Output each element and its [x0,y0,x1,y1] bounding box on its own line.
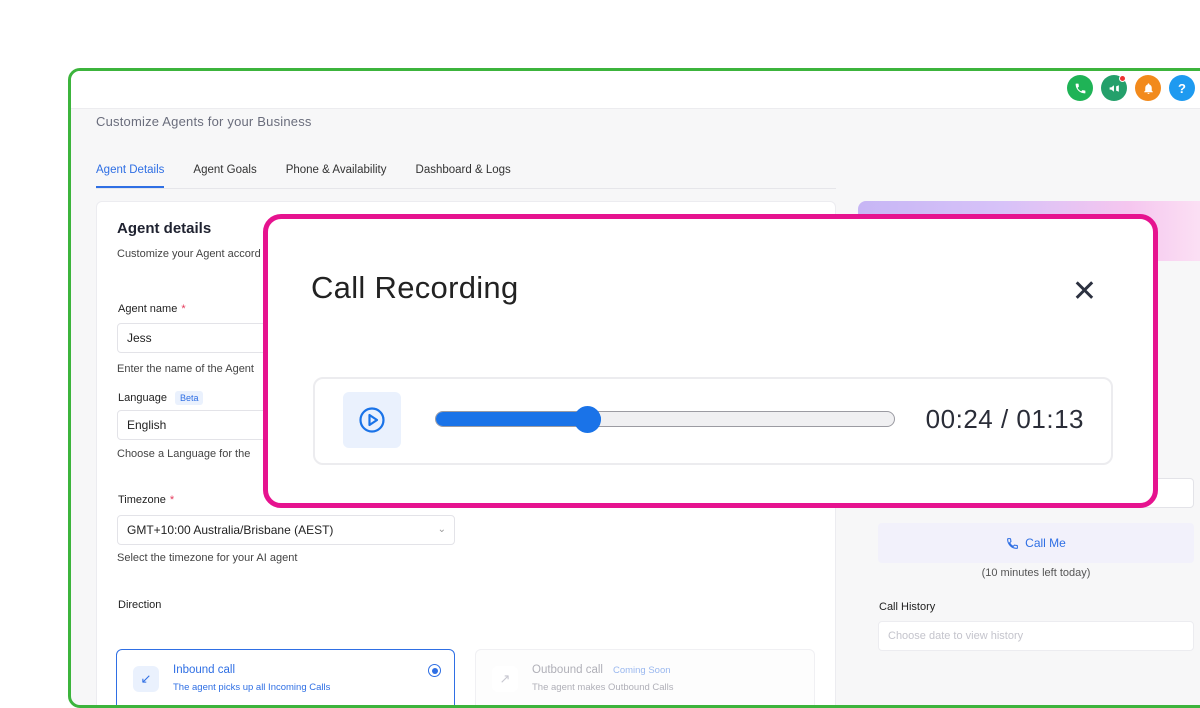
chevron-down-icon: ⌄ [437,524,446,535]
language-label-text: Language [118,392,167,404]
call-history-label: Call History [879,601,936,613]
minutes-left-text: (10 minutes left today) [981,567,1091,579]
timezone-label-text: Timezone [118,494,166,506]
inbound-subtitle: The agent picks up all Incoming Calls [173,682,331,693]
language-value: English [127,418,167,432]
coming-soon-badge: Coming Soon [612,665,671,676]
beta-badge: Beta [174,391,204,405]
outbound-call-option: ↗ Outbound call Coming Soon The agent mak… [475,649,815,705]
inbound-radio[interactable] [428,664,441,677]
bell-icon[interactable] [1135,75,1161,101]
help-glyph: ? [1178,80,1186,96]
call-history-date-picker[interactable]: Choose date to view history [878,621,1194,651]
total-time: 01:13 [1016,404,1084,434]
modal-title: Call Recording [311,270,519,305]
required-mark: * [181,303,186,315]
progress-slider[interactable] [435,406,895,433]
timezone-select[interactable]: GMT+10:00 Australia/Brisbane (AEST) ⌄ [117,515,455,545]
tabs-divider [96,188,836,189]
timezone-value: GMT+10:00 Australia/Brisbane (AEST) [127,523,334,537]
direction-label: Direction [118,599,162,611]
tab-agent-goals[interactable]: Agent Goals [193,164,256,188]
agent-name-label-text: Agent name [118,303,178,315]
close-icon[interactable]: ✕ [1072,277,1097,307]
tab-dashboard-logs[interactable]: Dashboard & Logs [416,164,511,188]
top-bar: ? [71,71,1200,109]
tab-agent-details[interactable]: Agent Details [96,164,165,188]
slider-thumb[interactable] [573,406,601,433]
required-mark: * [169,494,175,506]
play-button[interactable] [343,392,401,448]
phone-icon[interactable] [1067,75,1093,101]
call-me-label: Call Me [1025,536,1066,550]
help-icon[interactable]: ? [1169,75,1195,101]
page-subtitle: Customize Agents for your Business [96,114,312,129]
inbound-title: Inbound call [173,664,236,676]
card-description: Customize your Agent accord [117,248,261,260]
call-me-button[interactable]: Call Me [878,523,1194,563]
audio-player: 00:24 / 01:13 [313,377,1113,465]
outbound-title-text: Outbound call [532,664,603,676]
arrow-up-right-icon: ↗ [492,666,518,692]
top-icons: ? [1067,75,1195,101]
timezone-label: Timezone * [118,494,174,506]
timezone-hint: Select the timezone for your AI agent [117,552,298,564]
inbound-call-option[interactable]: ↙ Inbound call The agent picks up all In… [116,649,455,705]
megaphone-icon[interactable] [1101,75,1127,101]
call-recording-modal: Call Recording ✕ 00:24 / 01:13 [263,214,1158,508]
arrow-down-left-icon: ↙ [133,666,159,692]
outbound-subtitle: The agent makes Outbound Calls [532,682,674,693]
agent-name-hint: Enter the name of the Agent [117,363,254,375]
language-label: Language Beta [118,391,204,405]
time-readout: 00:24 / 01:13 [926,404,1084,435]
notification-dot [1119,75,1126,82]
language-hint: Choose a Language for the [117,448,251,460]
play-icon [359,407,385,433]
elapsed-time: 00:24 [925,404,994,434]
tab-phone-availability[interactable]: Phone & Availability [286,164,387,188]
agent-name-label: Agent name * [118,303,186,315]
card-title: Agent details [117,220,212,237]
phone-icon [1007,537,1019,549]
tab-bar: Agent Details Agent Goals Phone & Availa… [96,164,511,188]
time-separator: / [993,404,1017,434]
outbound-title: Outbound call Coming Soon [532,664,671,676]
